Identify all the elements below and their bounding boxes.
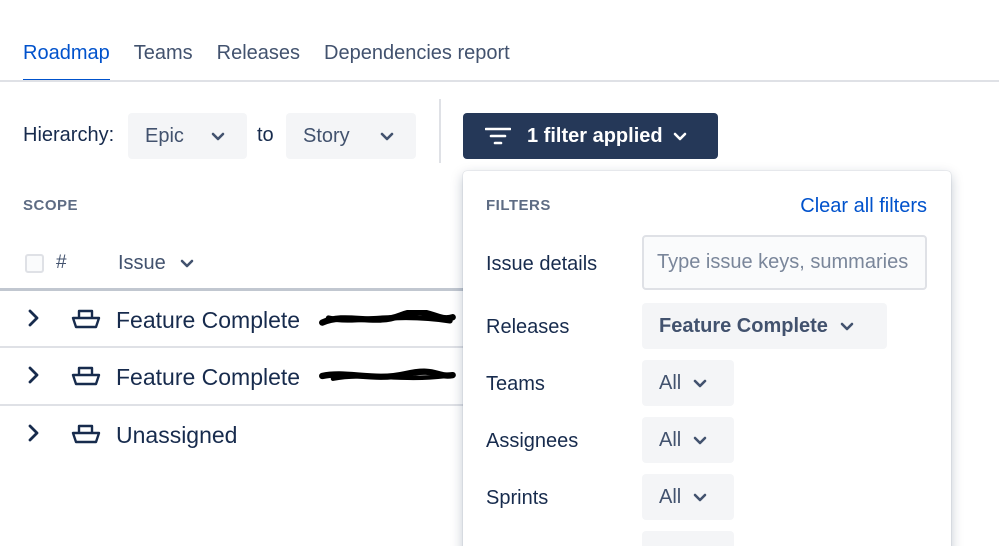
assignees-label: Assignees	[486, 430, 579, 452]
release-ship-icon	[71, 308, 101, 335]
assignees-value: All	[659, 428, 682, 451]
roadmap-page: Roadmap Teams Releases Dependencies repo…	[0, 0, 999, 546]
chevron-down-icon	[840, 315, 854, 338]
assignees-select[interactable]: All	[642, 417, 734, 463]
releases-select[interactable]: Feature Complete	[642, 303, 887, 349]
releases-value: Feature Complete	[659, 314, 828, 337]
redaction-scribble	[319, 310, 456, 326]
chevron-down-icon	[380, 125, 394, 148]
rank-column-header: #	[56, 252, 67, 273]
chevron-right-icon[interactable]	[27, 365, 41, 390]
tab-bar: Roadmap Teams Releases Dependencies repo…	[23, 40, 510, 84]
chevron-down-icon	[211, 125, 225, 148]
list-item-label: Feature Complete	[116, 364, 301, 390]
hierarchy-from-value: Epic	[145, 124, 184, 147]
tab-teams[interactable]: Teams	[134, 40, 193, 82]
tabs-divider	[0, 80, 999, 82]
to-label: to	[257, 124, 274, 146]
clear-all-filters-link[interactable]: Clear all filters	[800, 195, 927, 218]
list-item-label: Feature Complete	[116, 307, 301, 333]
tab-dependencies-report[interactable]: Dependencies report	[324, 40, 510, 82]
list-item[interactable]: Unassigned	[0, 406, 463, 463]
chevron-down-icon	[693, 486, 707, 509]
list-item[interactable]: Feature Complete	[0, 348, 463, 405]
toolbar-divider	[439, 99, 441, 163]
scope-heading: SCOPE	[23, 197, 79, 214]
issue-details-label: Issue details	[486, 253, 598, 275]
sprints-label: Sprints	[486, 487, 549, 509]
issue-column-header[interactable]: Issue	[118, 252, 194, 275]
chevron-down-icon	[673, 125, 687, 148]
select-all-checkbox[interactable]	[25, 254, 44, 273]
issue-column-label: Issue	[118, 252, 166, 274]
next-filter-select[interactable]	[642, 531, 734, 546]
chevron-right-icon[interactable]	[27, 308, 41, 333]
sprints-select[interactable]: All	[642, 474, 734, 520]
issue-details-input[interactable]	[642, 235, 927, 290]
chevron-down-icon	[180, 252, 194, 275]
filter-button-label: 1 filter applied	[527, 124, 663, 147]
tab-releases[interactable]: Releases	[217, 40, 300, 82]
sprints-value: All	[659, 485, 682, 508]
chevron-down-icon	[693, 429, 707, 452]
filters-heading: FILTERS	[486, 197, 551, 214]
hierarchy-label: Hierarchy:	[23, 124, 115, 146]
filter-button[interactable]: 1 filter applied	[463, 113, 718, 159]
hierarchy-to-value: Story	[303, 124, 350, 147]
release-ship-icon	[71, 365, 101, 392]
chevron-right-icon[interactable]	[27, 423, 41, 448]
list-item[interactable]: Feature Complete	[0, 291, 463, 348]
list-item-label: Unassigned	[116, 422, 238, 448]
redaction-scribble	[319, 368, 456, 381]
teams-select[interactable]: All	[642, 360, 734, 406]
filters-panel: FILTERS Clear all filters Issue details …	[463, 171, 951, 546]
release-ship-icon	[71, 423, 101, 450]
teams-value: All	[659, 371, 682, 394]
chevron-down-icon	[693, 372, 707, 395]
filter-icon	[485, 126, 511, 146]
hierarchy-from-select[interactable]: Epic	[128, 113, 247, 159]
hierarchy-to-select[interactable]: Story	[286, 113, 416, 159]
releases-label: Releases	[486, 316, 570, 338]
tab-roadmap[interactable]: Roadmap	[23, 40, 110, 82]
teams-label: Teams	[486, 373, 545, 395]
